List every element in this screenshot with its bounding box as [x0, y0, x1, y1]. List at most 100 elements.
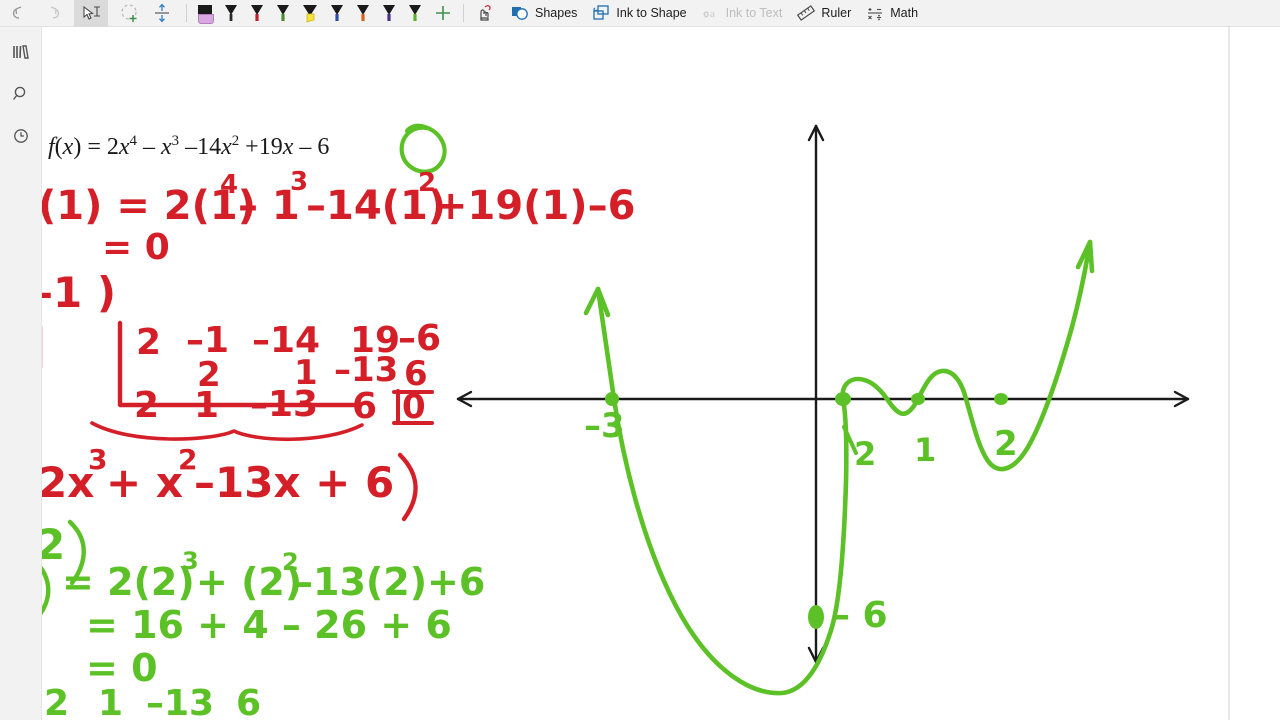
svg-text:2: 2 — [178, 443, 197, 476]
polynomial-graph: –3 2 1 2 – 6 — [456, 124, 1190, 696]
svg-text:–6: –6 — [398, 318, 441, 359]
x-intercept-dot — [605, 392, 619, 406]
space-adjust-icon — [150, 3, 174, 23]
svg-text:3: 3 — [182, 547, 199, 575]
pen-orange-button[interactable] — [350, 0, 376, 27]
svg-text:0: 0 — [402, 387, 426, 427]
svg-text:–14(1): –14(1) — [306, 183, 446, 229]
circled-constant-annotation — [399, 123, 447, 174]
svg-text:–14: –14 — [252, 320, 320, 361]
ink-to-text-button[interactable]: a Ink to Text — [694, 0, 790, 27]
pen-lime-button[interactable] — [402, 0, 428, 27]
svg-text:4: 4 — [100, 715, 125, 720]
lasso-select-button[interactable] — [74, 0, 108, 27]
clock-icon — [10, 126, 32, 146]
svg-text:–13: –13 — [334, 350, 398, 390]
ink-to-shape-label: Ink to Shape — [616, 6, 687, 20]
svg-text:2: 2 — [418, 168, 436, 198]
pen-red-button[interactable] — [244, 0, 270, 27]
svg-text:–1 ): –1 ) — [42, 268, 116, 317]
pen-icon — [274, 2, 292, 24]
svg-text:2: 2 — [994, 424, 1018, 464]
sidebar-item-notebooks[interactable] — [0, 31, 42, 73]
svg-text:–13(2)+6: –13(2)+6 — [294, 560, 485, 604]
redo-icon — [40, 3, 62, 23]
shapes-icon — [510, 4, 530, 22]
highlighter-purple-button[interactable] — [192, 0, 218, 27]
page-outside-area — [1230, 27, 1280, 720]
svg-text:= 0: = 0 — [86, 646, 158, 690]
red-handwriting-block: (1) = 2(1) 4 – 1 3 –14(1) 2 +19(1)–6 = 0… — [42, 167, 635, 522]
svg-text:–13: –13 — [250, 384, 318, 425]
highlighter-yellow-button[interactable] — [296, 0, 324, 27]
ink-layer: .r { stroke:#d41f28; fill:none; stroke-w… — [42, 123, 1190, 720]
ruler-button[interactable]: Ruler — [789, 0, 858, 27]
pen-icon — [354, 2, 372, 24]
toolbar-divider — [186, 4, 187, 22]
svg-text:3: 3 — [290, 167, 308, 197]
shapes-label: Shapes — [535, 6, 578, 20]
svg-text:2: 2 — [42, 520, 65, 569]
pen-violet-button[interactable] — [376, 0, 402, 27]
svg-text:(1) = 2(1): (1) = 2(1) — [42, 183, 256, 229]
svg-text:2: 2 — [282, 548, 299, 576]
ink-to-shape-icon — [591, 4, 611, 22]
svg-text:4: 4 — [220, 170, 238, 200]
svg-text:+ (2): + (2) — [196, 560, 302, 604]
svg-text:–13x + 6: –13x + 6 — [194, 458, 394, 507]
eraser-button[interactable] — [469, 0, 503, 27]
ink-to-shape-button[interactable]: Ink to Shape — [584, 0, 693, 27]
ruler-icon — [796, 4, 816, 22]
pen-green-button[interactable] — [270, 0, 296, 27]
undo-button[interactable] — [6, 0, 36, 27]
navigation-rail — [0, 27, 42, 720]
eraser-icon — [476, 3, 496, 23]
math-button[interactable]: Math — [858, 0, 925, 27]
pen-blue-button[interactable] — [324, 0, 350, 27]
search-icon — [10, 84, 32, 104]
pen-icon — [222, 2, 240, 24]
pen-icon — [248, 2, 266, 24]
svg-text:+19(1)–6: +19(1)–6 — [434, 183, 635, 229]
svg-text:2: 2 — [136, 322, 161, 363]
insert-space-button[interactable] — [114, 0, 146, 27]
sidebar-item-recent[interactable] — [0, 115, 42, 157]
svg-text:2: 2 — [44, 683, 69, 720]
space-adjust-button[interactable] — [146, 0, 178, 27]
svg-text:+ x: + x — [106, 458, 183, 507]
x-intercept-dot — [994, 393, 1008, 405]
printed-equation: f(x) = 2x4 – x3 –14x2 +19x – 6 — [48, 133, 329, 161]
plus-icon — [433, 3, 453, 23]
pen-icon — [328, 2, 346, 24]
svg-text:a: a — [710, 8, 715, 20]
green-handwriting-block: 2 = 2(2) 3 + (2) 2 –13(2)+6 = 16 + 4 – 2… — [42, 519, 485, 720]
redo-button[interactable] — [36, 0, 66, 27]
x-intercept-dot — [835, 392, 851, 406]
svg-text:10: 10 — [172, 715, 222, 720]
svg-text:– 6: – 6 — [832, 595, 888, 636]
svg-text:– 1: – 1 — [238, 183, 300, 229]
svg-text:–6: –6 — [252, 715, 295, 720]
svg-text:= 16 + 4 – 26 + 6: = 16 + 4 – 26 + 6 — [86, 603, 452, 647]
svg-text:2x: 2x — [42, 458, 94, 507]
shapes-button[interactable]: Shapes — [503, 0, 584, 27]
onenote-ink-window: Shapes Ink to Shape a Ink to Text Ruler … — [0, 0, 1280, 720]
ruler-label: Ruler — [821, 6, 852, 20]
svg-text:–13: –13 — [146, 683, 214, 720]
insert-space-icon — [118, 3, 142, 23]
svg-text:1: 1 — [194, 385, 219, 426]
sidebar-item-search[interactable] — [0, 73, 42, 115]
lasso-select-icon — [79, 3, 103, 23]
ink-to-text-icon: a — [701, 4, 721, 22]
add-pen-button[interactable] — [428, 0, 458, 27]
y-intercept-dot — [808, 605, 824, 629]
svg-text:6: 6 — [404, 354, 428, 394]
printed-equation-text: f(x) = 2x4 – x3 –14x2 +19x – 6 — [48, 133, 330, 160]
svg-text:1: 1 — [294, 353, 318, 393]
svg-text:2: 2 — [134, 385, 159, 426]
pen-icon — [406, 2, 424, 24]
note-page-canvas[interactable]: f(x) = 2x4 – x3 –14x2 +19x – 6 .r { stro… — [42, 27, 1228, 720]
pen-black-button[interactable] — [218, 0, 244, 27]
svg-text:= 2(2): = 2(2) — [62, 560, 195, 604]
svg-text:1: 1 — [914, 431, 936, 469]
